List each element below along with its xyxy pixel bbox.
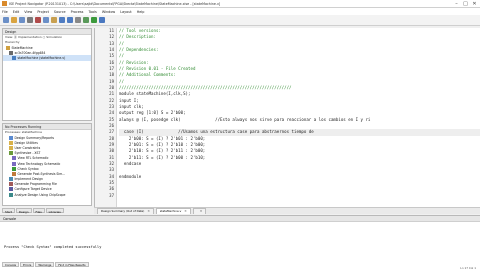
window-title: ISE Project Navigator (P.20131013) - C:\… xyxy=(9,1,221,6)
console-panel: Console Process "Check Syntax" completed… xyxy=(0,215,480,270)
process-item-label: Design Utilities xyxy=(14,140,38,145)
process-item-label: Analyze Design Using ChipScope xyxy=(14,192,66,197)
code-line[interactable] xyxy=(119,193,480,199)
menu-tools[interactable]: Tools xyxy=(88,10,96,14)
process-item-label: Design Summary/Reports xyxy=(14,135,55,140)
ise-app-icon xyxy=(2,1,7,6)
window-controls: – □ ✕ xyxy=(452,0,479,8)
menu-file[interactable]: File xyxy=(2,10,8,14)
new-icon[interactable] xyxy=(3,17,9,23)
close-tab-icon[interactable]: ✕ xyxy=(184,209,187,214)
tab-start[interactable]: Start xyxy=(2,208,15,214)
console-header: Console xyxy=(0,216,480,222)
cut-icon[interactable] xyxy=(35,17,41,23)
menu-project[interactable]: Project xyxy=(37,10,49,14)
open-icon[interactable] xyxy=(11,17,17,23)
processes-tree: Design Summary/Reports Design Utilities Us… xyxy=(3,135,91,197)
left-panel-tabs: Start Design Files Libraries xyxy=(2,208,64,214)
editor-tab[interactable]: stateMachine.v ✕ xyxy=(155,208,191,214)
close-tab-icon[interactable]: ✕ xyxy=(147,209,150,214)
editor-tabs: Design Summary (Out of Date) ✕ stateMachin… xyxy=(94,207,480,214)
folder-icon xyxy=(9,140,13,145)
editor-tab-label: Design Summary (Out of Date) xyxy=(101,209,145,213)
menu-bar: File Edit View Project Source Process To… xyxy=(0,8,480,15)
paste-icon[interactable] xyxy=(51,17,57,23)
hierarchy-item-label: xc3s700an-4fgg484 xyxy=(14,50,46,55)
process-item-label: Implement Design xyxy=(14,177,43,182)
redo-icon[interactable] xyxy=(67,17,73,23)
console-tabs: Console Errors Warnings Find in Files Re… xyxy=(2,262,89,267)
toolbar xyxy=(0,15,480,26)
process-item-label: Configure Target Device xyxy=(14,187,52,192)
minimize-button[interactable]: – xyxy=(452,0,461,8)
menu-help[interactable]: Help xyxy=(137,10,145,14)
schematic-icon xyxy=(12,161,16,166)
implement-icon xyxy=(9,177,13,182)
hierarchy-tree: StateMachine xc3s700an-4fgg484 stateMachin… xyxy=(3,45,91,61)
find-icon[interactable] xyxy=(75,17,81,23)
menu-window[interactable]: Window xyxy=(102,10,115,14)
hierarchy-item-label: StateMachine xyxy=(11,45,33,50)
zoom-icon[interactable] xyxy=(83,17,89,23)
bitfile-icon xyxy=(9,182,13,187)
print-icon[interactable] xyxy=(27,17,33,23)
editor-tab-label: stateMachine.v xyxy=(159,209,182,213)
device-icon xyxy=(9,187,13,192)
copy-icon[interactable] xyxy=(43,17,49,23)
processes-panel: No Processes Running Processes: stateMac… xyxy=(2,123,92,206)
cursor-position-status: Ln 17 Col 1 xyxy=(460,266,476,270)
sim-icon xyxy=(12,171,16,176)
editor-tab[interactable]: ✕ xyxy=(192,208,207,214)
tab-errors[interactable]: Errors xyxy=(20,262,35,267)
line-number-gutter: 11 12 13 14 15 16 17 18 19 20 21 22 23 24 25 26 27 28 29 30… xyxy=(95,28,117,207)
chip-icon xyxy=(9,50,13,55)
menu-view[interactable]: View xyxy=(24,10,32,14)
folder-icon xyxy=(9,145,13,150)
process-item-label: View RTL Schematic xyxy=(17,156,49,161)
hierarchy-item[interactable]: stateMachine (stateMachine.v) xyxy=(3,55,91,61)
run-icon[interactable] xyxy=(91,17,97,23)
code-area[interactable]: // Tool versions:// Description://// Dep… xyxy=(119,28,480,199)
save-icon[interactable] xyxy=(19,17,25,23)
menu-layout[interactable]: Layout xyxy=(120,10,132,14)
help-icon[interactable] xyxy=(99,17,105,23)
close-button[interactable]: ✕ xyxy=(470,0,479,8)
undo-icon[interactable] xyxy=(59,17,65,23)
process-item[interactable]: Analyze Design Using ChipScope xyxy=(3,192,91,197)
process-item-label: Generate Post-Synthesis Sim... xyxy=(17,171,66,176)
tab-find-results[interactable]: Find in Files Results xyxy=(55,262,89,267)
verilog-file-icon xyxy=(12,55,16,60)
tab-files[interactable]: Files xyxy=(32,208,45,214)
report-icon xyxy=(9,135,13,140)
check-icon xyxy=(12,166,16,171)
close-tab-icon[interactable]: ✕ xyxy=(200,209,203,214)
process-item-label: View Technology Schematic xyxy=(17,161,61,166)
tab-console[interactable]: Console xyxy=(2,262,20,267)
schematic-icon xyxy=(12,156,16,161)
menu-process[interactable]: Process xyxy=(71,10,84,14)
editor-tab[interactable]: Design Summary (Out of Date) ✕ xyxy=(97,208,154,214)
tab-libraries[interactable]: Libraries xyxy=(45,208,64,214)
menu-source[interactable]: Source xyxy=(54,10,66,14)
synth-icon xyxy=(9,151,13,156)
process-item-label: Generate Programming File xyxy=(14,182,57,187)
code-editor[interactable]: 11 12 13 14 15 16 17 18 19 20 21 22 23 24 25 26 27 28 29 30… xyxy=(94,28,480,207)
tab-design[interactable]: Design xyxy=(15,208,32,214)
title-bar: ISE Project Navigator (P.20131013) - C:\… xyxy=(0,0,480,8)
process-item-label: Check Syntax xyxy=(17,166,39,171)
design-panel: Design View: ⦿ Implementation ○ Simulati… xyxy=(2,28,92,121)
console-message: Process "Check Syntax" completed success… xyxy=(4,245,102,249)
line-number: 37 xyxy=(109,192,114,198)
project-icon xyxy=(6,45,10,50)
menu-edit[interactable]: Edit xyxy=(13,10,20,14)
maximize-button[interactable]: □ xyxy=(461,0,470,8)
chipscope-icon xyxy=(9,192,13,197)
hierarchy-item-label: stateMachine (stateMachine.v) xyxy=(17,55,66,60)
process-item-label: User Constraints xyxy=(14,145,41,150)
process-item-label: Synthesize - XST xyxy=(14,151,41,156)
tab-warnings[interactable]: Warnings xyxy=(35,262,55,267)
